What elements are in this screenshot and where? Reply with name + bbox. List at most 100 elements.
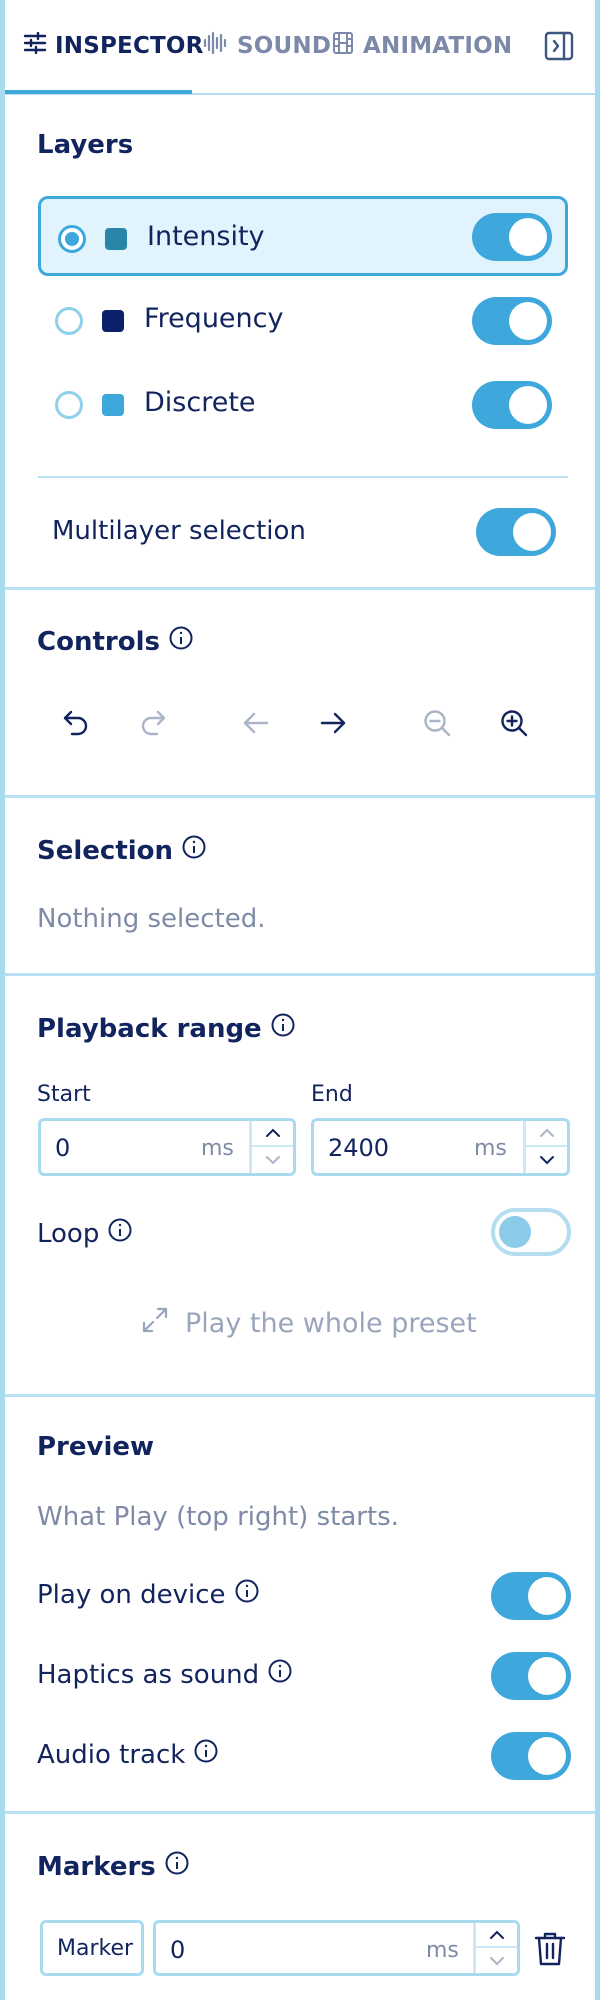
waveform-icon [203, 31, 237, 61]
section-divider [5, 973, 595, 976]
marker-time-stepper [473, 1923, 517, 1973]
section-divider [5, 1811, 595, 1814]
undo-icon [61, 708, 91, 742]
layers-title-text: Layers [37, 130, 134, 160]
undo-button[interactable] [58, 707, 94, 743]
end-time-field[interactable]: 2400 ms [311, 1118, 570, 1176]
marker-time-value: 0 [170, 1936, 186, 1964]
controls-title-text: Controls [37, 626, 160, 657]
preview-title-text: Preview [37, 1432, 155, 1462]
play-on-device-label: Play on device [37, 1578, 260, 1611]
layer-row-frequency[interactable]: Frequency [38, 281, 568, 361]
selection-title: Selection [37, 834, 207, 867]
decrement-button[interactable] [476, 1948, 517, 1973]
layer-color-swatch [102, 310, 124, 332]
film-icon [331, 31, 363, 61]
layer-row-discrete[interactable]: Discrete [38, 365, 568, 445]
play-on-device-text: Play on device [37, 1579, 226, 1610]
preview-title: Preview [37, 1432, 154, 1462]
selection-empty-text: Nothing selected. [37, 904, 266, 934]
info-icon[interactable] [234, 1578, 260, 1611]
marker-time-unit: ms [426, 1938, 459, 1963]
collapse-panel-button[interactable] [543, 30, 575, 62]
expand-icon [141, 1306, 185, 1341]
increment-button[interactable] [526, 1121, 567, 1147]
playback-range-title-text: Playback range [37, 1013, 262, 1044]
loop-label: Loop [37, 1217, 133, 1250]
tab-bar: INSPECTOR SOUND ANIMATION [5, 0, 595, 95]
active-tab-indicator [5, 90, 192, 94]
tab-inspector[interactable]: INSPECTOR [23, 28, 204, 64]
section-divider [5, 1394, 595, 1397]
play-whole-preset-label: Play the whole preset [185, 1308, 477, 1339]
tab-inspector-label: INSPECTOR [55, 33, 204, 59]
haptics-as-sound-toggle[interactable] [491, 1652, 571, 1700]
layer-label: Intensity [147, 221, 265, 252]
redo-icon [138, 708, 168, 742]
layer-radio-frequency[interactable] [55, 307, 83, 335]
trash-icon [533, 1932, 567, 1972]
info-icon[interactable] [107, 1217, 133, 1250]
arrow-left-icon [241, 708, 271, 742]
layer-label: Frequency [144, 303, 284, 334]
end-time-value: 2400 [328, 1134, 390, 1162]
layer-radio-discrete[interactable] [55, 391, 83, 419]
info-icon[interactable] [193, 1738, 219, 1771]
info-icon[interactable] [267, 1658, 293, 1691]
next-button[interactable] [315, 707, 351, 743]
loop-label-text: Loop [37, 1218, 100, 1249]
redo-button[interactable] [135, 707, 171, 743]
tab-animation[interactable]: ANIMATION [331, 28, 512, 64]
start-label: Start [37, 1082, 91, 1107]
decrement-button[interactable] [526, 1147, 567, 1173]
arrow-right-icon [318, 708, 348, 742]
layer-radio-intensity[interactable] [58, 225, 86, 253]
layer-color-swatch [105, 228, 127, 250]
sidebar-collapse-icon [543, 31, 575, 66]
marker-name-input[interactable] [43, 1923, 141, 1973]
end-time-stepper [523, 1121, 567, 1173]
loop-toggle[interactable] [491, 1208, 571, 1256]
markers-title: Markers [37, 1850, 190, 1883]
markers-title-text: Markers [37, 1851, 156, 1882]
increment-button[interactable] [252, 1121, 293, 1147]
decrement-button[interactable] [252, 1147, 293, 1173]
multilayer-selection-label: Multilayer selection [52, 516, 306, 546]
haptics-as-sound-text: Haptics as sound [37, 1659, 260, 1690]
zoom-in-button[interactable] [496, 707, 532, 743]
audio-track-toggle[interactable] [491, 1732, 571, 1780]
play-whole-preset-button[interactable]: Play the whole preset [141, 1306, 477, 1341]
start-time-unit: ms [201, 1136, 234, 1161]
inspector-panel: INSPECTOR SOUND ANIMATION Layers Intensi… [0, 0, 600, 2000]
previous-button[interactable] [238, 707, 274, 743]
layer-toggle-intensity[interactable] [472, 213, 552, 261]
layer-color-swatch [102, 394, 124, 416]
layer-toggle-discrete[interactable] [472, 381, 552, 429]
play-on-device-toggle[interactable] [491, 1572, 571, 1620]
info-icon[interactable] [168, 625, 194, 658]
layer-row-intensity[interactable]: Intensity [38, 196, 568, 276]
multilayer-selection-toggle[interactable] [476, 508, 556, 556]
haptics-as-sound-label: Haptics as sound [37, 1658, 293, 1691]
info-icon[interactable] [181, 834, 207, 867]
zoom-out-button[interactable] [419, 707, 455, 743]
audio-track-text: Audio track [37, 1739, 186, 1770]
selection-title-text: Selection [37, 835, 174, 866]
sliders-icon [23, 31, 55, 60]
increment-button[interactable] [476, 1923, 517, 1948]
start-time-field[interactable]: 0 ms [38, 1118, 296, 1176]
marker-name-field[interactable] [40, 1920, 144, 1976]
controls-title: Controls [37, 625, 194, 658]
audio-track-label: Audio track [37, 1738, 219, 1771]
tab-sound[interactable]: SOUND [203, 28, 331, 64]
layer-label: Discrete [144, 387, 256, 418]
section-divider [5, 795, 595, 798]
delete-marker-button[interactable] [533, 1930, 569, 1970]
start-time-stepper [249, 1121, 293, 1173]
layer-toggle-frequency[interactable] [472, 297, 552, 345]
tab-animation-label: ANIMATION [363, 33, 513, 59]
info-icon[interactable] [270, 1012, 296, 1045]
info-icon[interactable] [164, 1850, 190, 1883]
preview-description: What Play (top right) starts. [37, 1502, 399, 1532]
marker-time-field[interactable]: 0 ms [153, 1920, 520, 1976]
